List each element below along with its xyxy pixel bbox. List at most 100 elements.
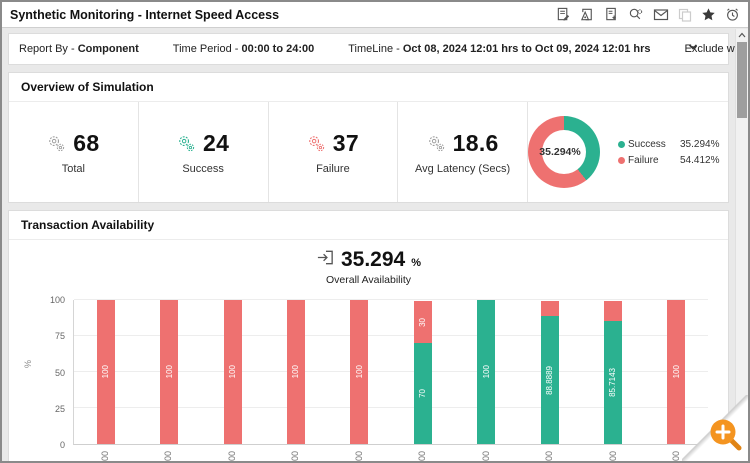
copy-icon[interactable] — [678, 8, 692, 22]
login-arrow-icon — [316, 248, 335, 272]
dashboard-content: Report By - Component Time Period - 00:0… — [2, 29, 735, 461]
bar-column: 100 — [201, 300, 264, 444]
bar-segment-failure[interactable] — [540, 300, 559, 316]
bar-column: 100 — [454, 300, 517, 444]
overview-stats-row: 68 Total 24 Success 37 Failure 18.6 Avg … — [9, 102, 728, 202]
bar-value-label: 100 — [164, 365, 174, 379]
stat-success: 24 Success — [139, 102, 269, 202]
legend-value: 35.294% — [680, 138, 720, 150]
bar-segment-failure[interactable]: 100 — [96, 300, 115, 444]
stat-total-label: Total — [61, 162, 85, 175]
x-tick-label: 06:00 — [354, 451, 364, 461]
scrollbar-thumb[interactable] — [737, 42, 747, 118]
x-tick-label: 11:00 — [671, 451, 681, 461]
x-tick: 12:00 — [73, 451, 137, 461]
overall-availability: 35.294 % Overall Availability — [9, 240, 728, 286]
stat-total: 68 Total — [9, 102, 139, 202]
overall-availability-label: Overall Availability — [325, 274, 411, 286]
availability-bar-chart: % 0 25 50 75 100 100 100 100 100 100 70 30 100 88.88… — [23, 295, 708, 461]
y-axis-title: % — [23, 360, 33, 369]
donut-center-label: 35.294% — [539, 146, 581, 158]
bar-segment-success[interactable]: 85.7143 — [603, 320, 622, 444]
bar-stack: 100 — [223, 300, 242, 444]
mail-icon[interactable] — [653, 8, 669, 21]
bar-value-label: 100 — [671, 365, 681, 379]
stat-total-value: 68 — [73, 129, 100, 156]
stat-avg-latency: 18.6 Avg Latency (Secs) — [398, 102, 528, 202]
y-tick-label: 0 — [59, 440, 65, 450]
donut-chart[interactable]: 35.294% — [528, 116, 600, 188]
x-tick-label: 09:00 — [544, 451, 554, 461]
x-tick-label: 10:00 — [608, 451, 618, 461]
bar-segment-success[interactable]: 100 — [477, 300, 496, 444]
bar-column: 100 — [264, 300, 327, 444]
x-tick: 04:00 — [200, 451, 264, 461]
filter-timeline: TimeLine - Oct 08, 2024 12:01 hrs to Oct… — [348, 43, 651, 55]
x-tick-label: 13:00 — [163, 451, 173, 461]
filter-report-by: Report By - Component — [19, 43, 139, 55]
gears-icon — [47, 134, 66, 153]
legend-label: Success — [628, 138, 666, 150]
filter-bar[interactable]: Report By - Component Time Period - 00:0… — [8, 33, 735, 65]
legend-item: Success 35.294% — [618, 139, 728, 150]
bar-segment-failure[interactable]: 100 — [286, 300, 305, 444]
scroll-up-arrow[interactable] — [736, 29, 748, 41]
x-tick: 05:00 — [264, 451, 328, 461]
page-title: Synthetic Monitoring - Internet Speed Ac… — [10, 7, 280, 22]
x-tick: 10:00 — [581, 451, 645, 461]
search-gear-icon[interactable] — [628, 7, 644, 22]
bar-column: 88.8889 — [518, 300, 581, 444]
bar-value-label: 30 — [418, 317, 428, 327]
bar-value-label: 100 — [291, 365, 301, 379]
bar-segment-failure[interactable]: 100 — [350, 300, 369, 444]
bar-segment-success[interactable]: 70 — [413, 343, 432, 444]
y-tick-label: 75 — [54, 331, 65, 342]
donut-block: 35.294% Success 35.294% Failure 54.412% — [528, 102, 728, 202]
report-design-icon[interactable] — [580, 7, 595, 22]
overview-heading: Overview of Simulation — [9, 73, 728, 102]
x-tick: 07:00 — [391, 451, 455, 461]
x-tick-label: 05:00 — [290, 451, 300, 461]
star-icon[interactable] — [701, 7, 716, 22]
y-tick-label: 50 — [54, 367, 65, 378]
stat-success-value: 24 — [203, 129, 230, 156]
gears-icon — [307, 134, 326, 153]
legend-value: 54.412% — [680, 154, 720, 166]
stat-success-label: Success — [182, 162, 224, 175]
bar-column: 70 30 — [391, 300, 454, 444]
x-tick: 06:00 — [327, 451, 391, 461]
x-tick-label: 04:00 — [227, 451, 237, 461]
bar-segment-failure[interactable]: 100 — [160, 300, 179, 444]
bar-column: 100 — [137, 300, 200, 444]
y-axis: 0 25 50 75 100 — [39, 295, 73, 450]
bar-stack: 70 30 — [413, 300, 432, 444]
alarm-clock-icon[interactable] — [725, 7, 740, 22]
x-tick-label: 07:00 — [417, 451, 427, 461]
scroll-area: Report By - Component Time Period - 00:0… — [2, 29, 748, 461]
legend-label: Failure — [628, 154, 659, 166]
report-edit-icon[interactable] — [556, 7, 571, 22]
bar-segment-success[interactable]: 88.8889 — [540, 316, 559, 444]
bar-segment-failure[interactable] — [603, 300, 622, 321]
bar-column: 100 — [328, 300, 391, 444]
chevron-down-icon[interactable] — [686, 40, 700, 59]
legend-dot — [618, 156, 625, 164]
bar-value-label: 70 — [418, 389, 428, 399]
bar-segment-failure[interactable]: 100 — [223, 300, 242, 444]
stat-failure-label: Failure — [316, 162, 350, 175]
donut-hole: 35.294% — [539, 130, 586, 174]
plot-column: 100 100 100 100 100 70 30 100 88.8889 85.7143 100 … — [73, 299, 708, 461]
y-axis-title-col: % — [23, 300, 39, 461]
file-download-icon[interactable] — [604, 7, 619, 22]
x-tick: 09:00 — [518, 451, 582, 461]
stat-failure: 37 Failure — [269, 102, 399, 202]
bar-segment-failure[interactable]: 30 — [413, 300, 432, 344]
transaction-availability-card: Transaction Availability 35.294 % Overal… — [8, 210, 729, 461]
bar-value-label: 88.8889 — [545, 365, 555, 395]
legend-item: Failure 54.412% — [618, 155, 728, 166]
zoom-plus-fab[interactable] — [707, 416, 743, 457]
bar-value-label: 100 — [354, 365, 364, 379]
x-axis-labels: 12:00 13:00 04:00 05:00 06:00 07:00 08:00 09:00… — [73, 445, 708, 461]
bar-value-label: 100 — [228, 365, 238, 379]
gears-icon — [427, 134, 446, 153]
